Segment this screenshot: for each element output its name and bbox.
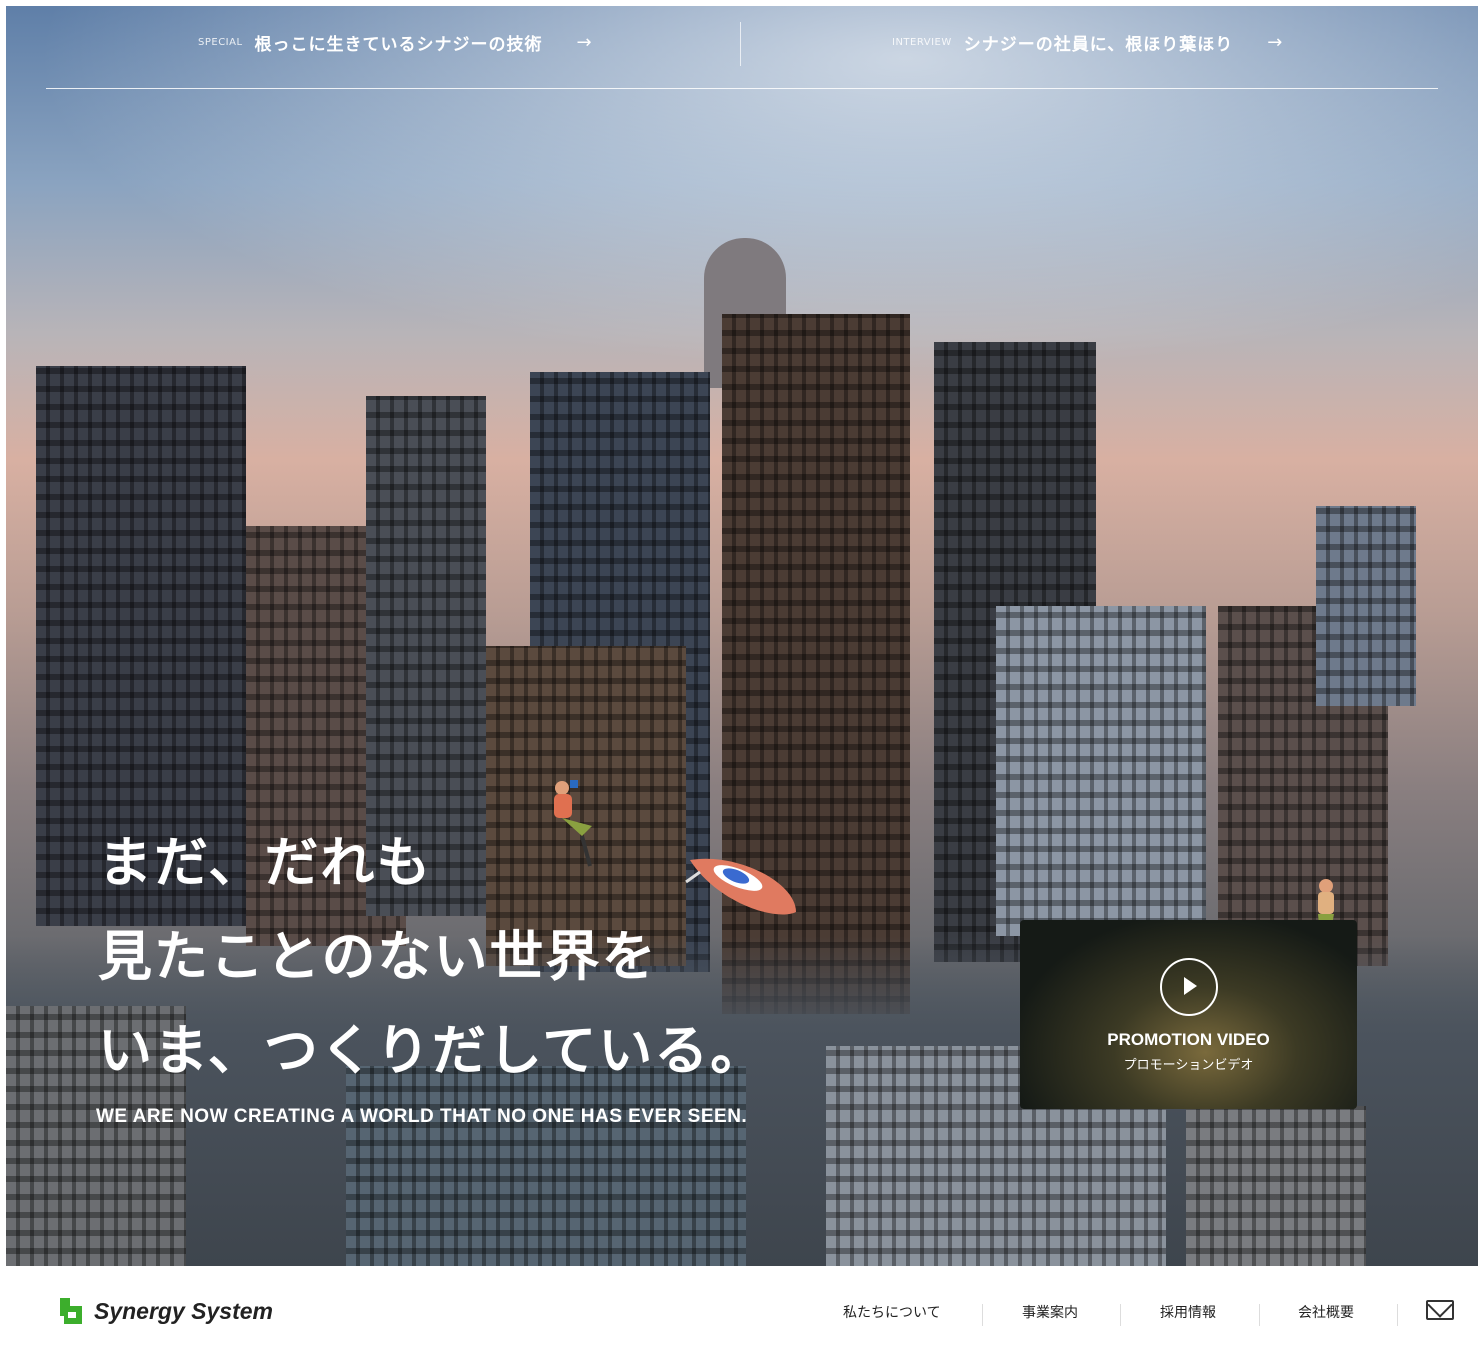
- top-feature-nav: SPECIAL 根っこに生きているシナジーの技術 → INTERVIEW シナジ…: [46, 6, 1438, 89]
- nav-business[interactable]: 事業案内: [1022, 1302, 1078, 1322]
- promo-subtitle: プロモーションビデオ: [1123, 1058, 1254, 1073]
- headline-line: 見たことのない世界を: [98, 925, 658, 988]
- synergy-logo-icon: [60, 1298, 82, 1324]
- feature-title: シナジーの社員に、根ほり葉ほり: [963, 35, 1234, 55]
- feature-tag: SPECIAL: [198, 37, 243, 48]
- site-logo[interactable]: Synergy System: [58, 1296, 273, 1326]
- nav-recruit[interactable]: 採用情報: [1160, 1302, 1216, 1322]
- building: [1186, 1106, 1366, 1266]
- divider: [982, 1304, 983, 1326]
- arrow-right-icon: →: [576, 32, 592, 53]
- feature-title: 根っこに生きているシナジーの技術: [254, 35, 543, 55]
- hero-section: SPECIAL 根っこに生きているシナジーの技術 → INTERVIEW シナジ…: [6, 6, 1478, 1266]
- divider: [1259, 1304, 1260, 1326]
- mail-icon[interactable]: [1426, 1300, 1454, 1320]
- promo-title: PROMOTION VIDEO: [1107, 1030, 1270, 1049]
- logo-text: Synergy System: [94, 1297, 273, 1324]
- hero-subline: WE ARE NOW CREATING A WORLD THAT NO ONE …: [96, 1106, 748, 1127]
- arrow-right-icon: →: [1267, 32, 1283, 53]
- nav-about[interactable]: 私たちについて: [843, 1302, 941, 1322]
- feature-link-special[interactable]: SPECIAL 根っこに生きているシナジーの技術 →: [198, 30, 592, 55]
- hero-headline: まだ、だれも 見たことのない世界を いま、つくりだしている。: [98, 816, 766, 1098]
- feature-tag: INTERVIEW: [892, 37, 952, 48]
- divider: [1397, 1304, 1398, 1326]
- divider: [1120, 1304, 1121, 1326]
- play-icon[interactable]: [1160, 958, 1218, 1016]
- promotion-video-card[interactable]: PROMOTION VIDEO プロモーションビデオ: [1020, 920, 1357, 1109]
- headline-line: いま、つくりだしている。: [98, 1019, 767, 1082]
- building: [1316, 506, 1416, 706]
- feature-link-interview[interactable]: INTERVIEW シナジーの社員に、根ほり葉ほり →: [892, 30, 1282, 55]
- nav-company[interactable]: 会社概要: [1298, 1302, 1354, 1322]
- divider: [740, 22, 741, 66]
- site-header-bar: Synergy System 私たちについて 事業案内 採用情報 会社概要: [0, 1266, 1484, 1360]
- building: [996, 606, 1206, 936]
- headline-line: まだ、だれも: [98, 831, 433, 894]
